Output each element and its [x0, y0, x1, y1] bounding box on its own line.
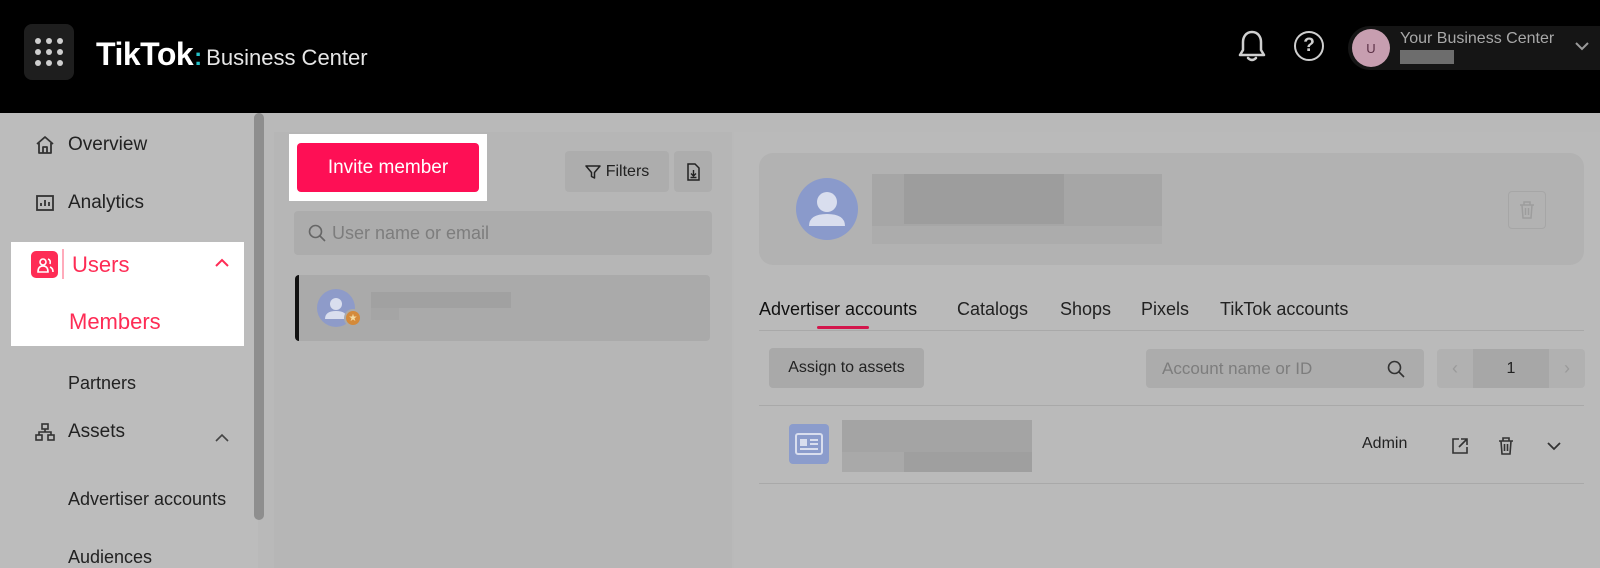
filters-button[interactable]: Filters	[565, 151, 669, 192]
sidebar-scrollbar[interactable]	[254, 113, 264, 520]
active-tab-indicator	[817, 326, 869, 329]
trash-icon	[1520, 201, 1534, 219]
redacted-member-email	[371, 308, 399, 320]
help-button[interactable]: ?	[1292, 28, 1326, 64]
divider	[759, 330, 1584, 331]
redacted-profile-email	[872, 226, 1162, 244]
sidebar-item-label: Assets	[68, 421, 126, 442]
chevron-up-icon[interactable]	[215, 433, 229, 443]
chevron-down-icon	[1575, 42, 1589, 51]
avatar: U	[1352, 29, 1390, 67]
divider	[759, 483, 1584, 484]
sidebar-item-analytics[interactable]: Analytics	[34, 192, 144, 214]
redacted-account-id	[1400, 50, 1454, 64]
trash-icon	[1499, 437, 1513, 455]
search-icon	[1387, 360, 1405, 378]
tab-shops[interactable]: Shops	[1060, 299, 1111, 320]
export-button[interactable]	[674, 151, 712, 192]
advertiser-account-icon	[789, 424, 829, 464]
divider	[62, 249, 64, 279]
tab-tiktok-accounts[interactable]: TikTok accounts	[1220, 299, 1348, 320]
filters-label: Filters	[605, 162, 650, 180]
assign-to-assets-button[interactable]: Assign to assets	[769, 348, 924, 388]
users-icon	[31, 251, 58, 278]
tab-advertiser-accounts[interactable]: Advertiser accounts	[759, 299, 917, 320]
sidebar-item-assets[interactable]: Assets	[34, 421, 125, 443]
redacted-profile-name	[904, 174, 1064, 224]
sidebar-item-label: Users	[72, 252, 130, 277]
analytics-icon	[34, 192, 56, 214]
logo-product-name: Business Center	[206, 45, 368, 70]
tiktok-logo[interactable]: TikTok : Business Center	[96, 36, 368, 73]
chevron-down-icon	[1547, 442, 1561, 451]
sidebar-item-advertiser-accounts[interactable]: Advertiser accounts	[68, 489, 226, 510]
open-account-button[interactable]	[1448, 434, 1472, 458]
tab-catalogs[interactable]: Catalogs	[957, 299, 1028, 320]
chevron-right-icon[interactable]: ›	[1549, 349, 1585, 388]
star-icon: ★	[344, 309, 362, 327]
redacted-account-name	[842, 420, 1032, 452]
page-number[interactable]: 1	[1473, 349, 1549, 388]
sidebar-item-label: Members	[69, 309, 161, 334]
search-icon	[308, 224, 326, 242]
assets-icon	[34, 421, 56, 443]
filter-icon	[584, 164, 601, 179]
app-launcher-button[interactable]	[24, 24, 74, 80]
sidebar-item-label: Analytics	[68, 192, 145, 213]
avatar	[796, 178, 858, 240]
logo-colon: :	[194, 44, 203, 71]
search-input[interactable]	[332, 222, 692, 244]
sidebar-item-audiences[interactable]: Audiences	[68, 547, 152, 568]
pagination: ‹ 1 ›	[1437, 349, 1585, 388]
business-center-switcher[interactable]: U Your Business Center	[1348, 26, 1600, 70]
logo-wordmark: TikTok	[96, 36, 194, 72]
chevron-up-icon[interactable]	[215, 258, 229, 268]
chevron-left-icon[interactable]: ‹	[1437, 349, 1473, 388]
home-icon	[34, 134, 56, 156]
export-icon	[687, 162, 700, 181]
sidebar-item-overview[interactable]: Overview	[34, 134, 147, 156]
divider	[759, 405, 1584, 406]
bell-icon	[1238, 30, 1266, 62]
sidebar-item-label: Overview	[68, 134, 148, 155]
member-search[interactable]	[294, 211, 712, 255]
redacted-account-id	[904, 452, 1032, 472]
invite-member-button[interactable]: Invite member	[297, 143, 479, 192]
question-icon: ?	[1294, 31, 1324, 61]
sidebar-item-partners[interactable]: Partners	[68, 373, 136, 394]
account-search[interactable]	[1146, 349, 1424, 388]
list-item[interactable]: ★	[295, 275, 710, 341]
grid-icon	[35, 38, 63, 66]
business-center-name: Your Business Center	[1400, 30, 1555, 47]
account-search-input[interactable]	[1162, 358, 1387, 379]
external-link-icon	[1452, 438, 1468, 454]
tab-pixels[interactable]: Pixels	[1141, 299, 1189, 320]
remove-member-button[interactable]	[1508, 191, 1546, 229]
expand-row-button[interactable]	[1542, 434, 1566, 458]
role-dropdown-value[interactable]: Admin	[1362, 435, 1407, 453]
redacted-member-name	[371, 292, 511, 308]
remove-account-button[interactable]	[1494, 434, 1518, 458]
notifications-button[interactable]	[1235, 28, 1269, 64]
